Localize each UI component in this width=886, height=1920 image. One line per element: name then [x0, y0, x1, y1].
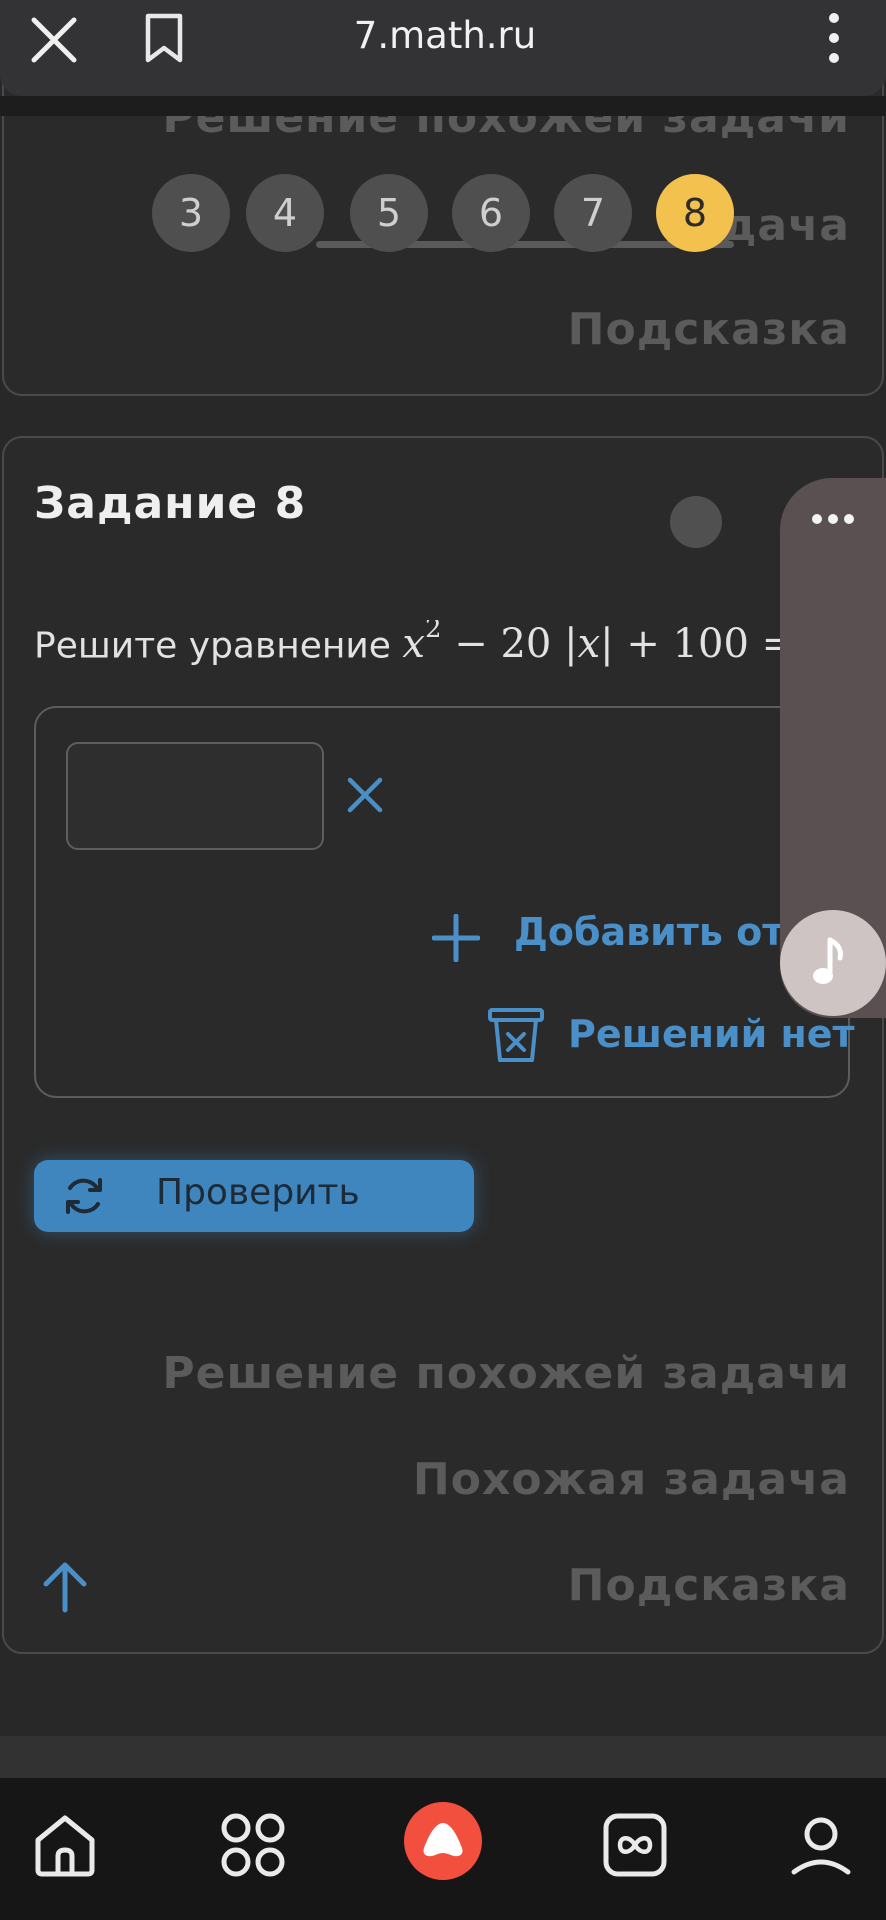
similar-task-link[interactable]: Похожая задача [413, 1454, 850, 1505]
page-5[interactable]: 5 [350, 174, 428, 252]
status-dot [670, 496, 722, 548]
browser-bar-shadow [0, 96, 886, 116]
similar-solution-link[interactable]: Решение похожей задачи [162, 1348, 850, 1399]
remove-answer-icon[interactable] [346, 776, 384, 814]
bottom-navigation [0, 1778, 886, 1920]
home-icon[interactable] [30, 1810, 100, 1880]
hint-link-top[interactable]: Подсказка [568, 304, 850, 355]
equation: x2 − 20 |x| + 100 = 0 [402, 620, 784, 668]
hint-link[interactable]: Подсказка [568, 1560, 850, 1611]
page-3[interactable]: 3 [152, 174, 230, 252]
page-footer-strip [0, 1736, 886, 1778]
refresh-icon [66, 1178, 102, 1214]
browser-bar: 7.math.ru [0, 0, 886, 96]
scroll-up-arrow-icon[interactable] [40, 1560, 90, 1614]
music-note-icon [813, 937, 843, 984]
task-title: Задание 8 [34, 478, 307, 529]
check-button-label: Проверить [156, 1172, 360, 1213]
page-8-active[interactable]: 8 [656, 174, 734, 252]
page-6[interactable]: 6 [452, 174, 530, 252]
alice-button[interactable] [404, 1802, 482, 1880]
more-vertical-icon[interactable] [820, 8, 848, 68]
more-horizontal-icon[interactable] [810, 512, 856, 526]
profile-icon[interactable] [786, 1810, 856, 1880]
music-button[interactable] [780, 910, 886, 1016]
check-button[interactable]: Проверить [34, 1160, 474, 1232]
task-statement: Решите уравнение x2 − 20 |x| + 100 = 0 [34, 620, 784, 680]
url-text[interactable]: 7.math.ru [300, 10, 590, 62]
similar-task-link-top[interactable]: дача [721, 200, 850, 251]
apps-icon[interactable] [218, 1810, 288, 1880]
page-4[interactable]: 4 [246, 174, 324, 252]
page-7[interactable]: 7 [554, 174, 632, 252]
bookmark-icon[interactable] [140, 12, 188, 64]
statement-text: Решите уравнение [34, 625, 391, 667]
answer-input[interactable] [66, 742, 324, 850]
no-solutions-label: Решений нет [568, 1012, 855, 1056]
plus-icon [432, 914, 480, 962]
close-icon[interactable] [28, 14, 80, 66]
trash-x-icon [488, 1008, 544, 1062]
games-icon[interactable] [600, 1810, 670, 1880]
alice-icon [423, 1823, 463, 1857]
